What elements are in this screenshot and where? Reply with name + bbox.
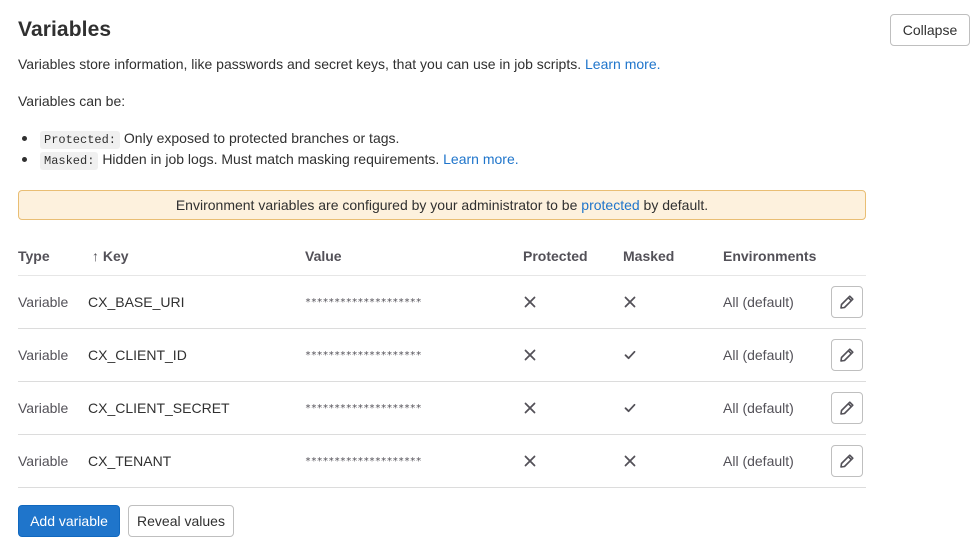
- close-icon: [524, 349, 536, 361]
- cell-masked: [623, 435, 637, 487]
- cell-key: CX_BASE_URI: [88, 294, 185, 310]
- sort-arrow-icon: ↑: [92, 248, 99, 264]
- edit-variable-button[interactable]: [831, 445, 863, 477]
- close-icon: [524, 296, 536, 308]
- cell-value: ********************: [305, 455, 422, 467]
- alert-text-after: by default.: [643, 197, 709, 213]
- cell-masked: [623, 382, 637, 434]
- protected-tag: Protected:: [40, 131, 121, 149]
- reveal-values-button[interactable]: Reveal values: [128, 505, 234, 537]
- cell-masked: [623, 329, 637, 381]
- close-icon: [624, 455, 636, 467]
- table-row: Variable CX_TENANT ******************** …: [18, 435, 866, 488]
- cell-key: CX_CLIENT_SECRET: [88, 400, 230, 416]
- cell-environment: All (default): [723, 294, 794, 310]
- cell-type: Variable: [18, 294, 69, 310]
- edit-variable-button[interactable]: [831, 392, 863, 424]
- section-description: Variables store information, like passwo…: [18, 56, 661, 72]
- table-row: Variable CX_BASE_URI *******************…: [18, 276, 866, 329]
- cell-type: Variable: [18, 347, 69, 363]
- header-protected: Protected: [523, 248, 588, 264]
- close-icon: [524, 402, 536, 414]
- pencil-icon: [840, 454, 854, 468]
- variable-types-list: Protected: Only exposed to protected bra…: [18, 128, 519, 170]
- masked-description: Hidden in job logs. Must match masking r…: [102, 151, 440, 167]
- cell-environment: All (default): [723, 347, 794, 363]
- header-type: Type: [18, 248, 50, 264]
- add-variable-button[interactable]: Add variable: [18, 505, 120, 537]
- cell-protected: [523, 435, 537, 487]
- close-icon: [524, 455, 536, 467]
- description-text: Variables store information, like passwo…: [18, 56, 582, 72]
- pencil-icon: [840, 401, 854, 415]
- cell-type: Variable: [18, 453, 69, 469]
- edit-variable-button[interactable]: [831, 286, 863, 318]
- list-item: Masked: Hidden in job logs. Must match m…: [22, 149, 519, 170]
- protected-alert: Environment variables are configured by …: [18, 190, 866, 220]
- cell-environment: All (default): [723, 453, 794, 469]
- table-row: Variable CX_CLIENT_SECRET **************…: [18, 382, 866, 435]
- edit-variable-button[interactable]: [831, 339, 863, 371]
- variables-table: Type ↑ Key Value Protected Masked Enviro…: [18, 236, 866, 488]
- cell-protected: [523, 382, 537, 434]
- cell-protected: [523, 276, 537, 328]
- pencil-icon: [840, 295, 854, 309]
- cell-key: CX_CLIENT_ID: [88, 347, 187, 363]
- protected-link[interactable]: protected: [581, 197, 639, 213]
- table-row: Variable CX_CLIENT_ID ******************…: [18, 329, 866, 382]
- cell-protected: [523, 329, 537, 381]
- masked-tag: Masked:: [40, 152, 99, 170]
- pencil-icon: [840, 348, 854, 362]
- header-environments: Environments: [723, 248, 817, 264]
- collapse-button[interactable]: Collapse: [890, 14, 970, 46]
- protected-description: Only exposed to protected branches or ta…: [123, 130, 400, 146]
- close-icon: [624, 296, 636, 308]
- header-key-label: Key: [102, 248, 129, 264]
- cell-key: CX_TENANT: [88, 453, 172, 469]
- list-item: Protected: Only exposed to protected bra…: [22, 128, 519, 149]
- cell-value: ********************: [305, 296, 422, 308]
- cell-value: ********************: [305, 402, 422, 414]
- learn-more-link[interactable]: Learn more.: [585, 56, 660, 72]
- header-value: Value: [305, 248, 342, 264]
- masking-learn-more-link[interactable]: Learn more.: [443, 151, 518, 167]
- cell-environment: All (default): [723, 400, 794, 416]
- header-masked: Masked: [623, 248, 675, 264]
- cell-value: ********************: [305, 349, 422, 361]
- cell-type: Variable: [18, 400, 69, 416]
- alert-text-before: Environment variables are configured by …: [175, 197, 578, 213]
- check-icon: [624, 403, 636, 413]
- table-header: Type ↑ Key Value Protected Masked Enviro…: [18, 236, 866, 276]
- variables-can-be-label: Variables can be:: [18, 93, 126, 109]
- page-title: Variables: [18, 18, 112, 41]
- header-key[interactable]: ↑ Key: [92, 248, 129, 264]
- cell-masked: [623, 276, 637, 328]
- check-icon: [624, 350, 636, 360]
